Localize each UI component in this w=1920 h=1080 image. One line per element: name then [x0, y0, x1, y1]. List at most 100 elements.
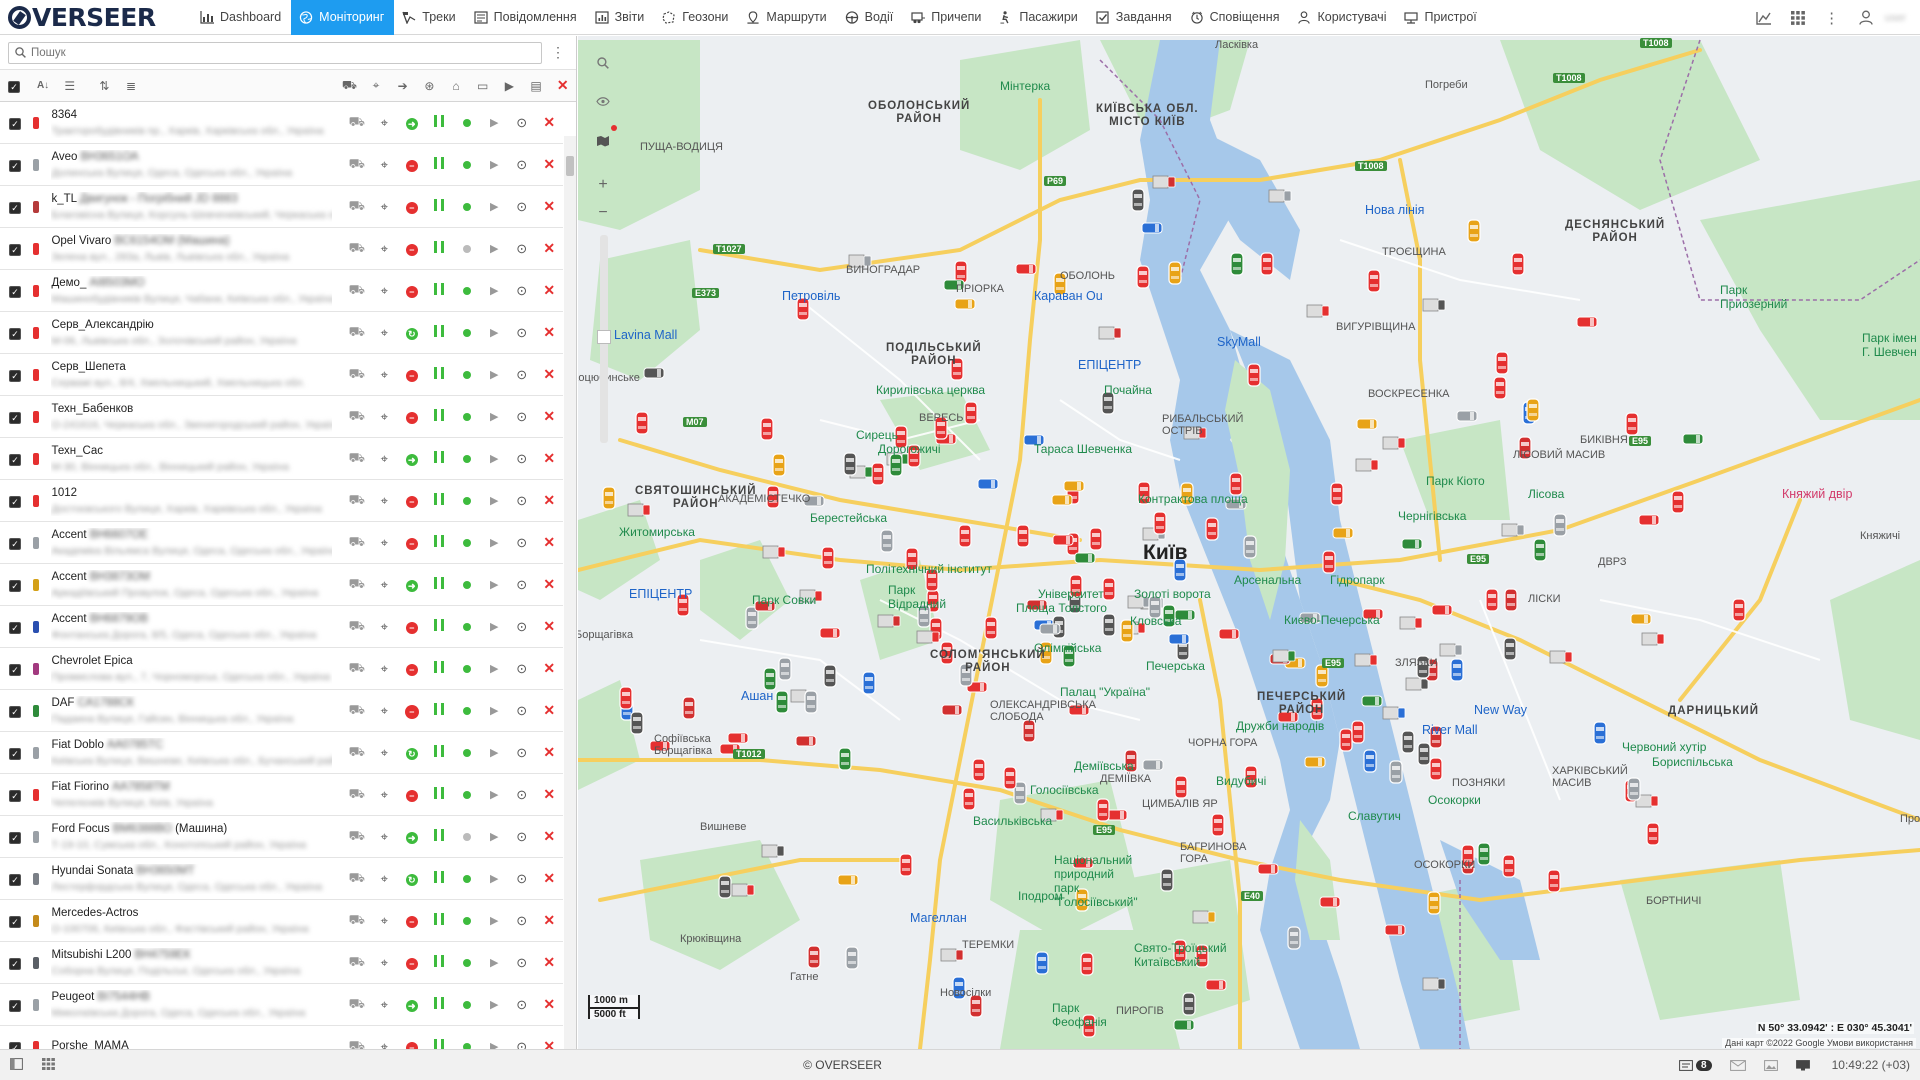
vehicle-marker[interactable] — [905, 547, 919, 571]
vehicle-marker[interactable] — [602, 486, 616, 510]
gps-play-icon[interactable]: ▶ — [481, 116, 509, 129]
gps-play-icon[interactable]: ▶ — [481, 284, 509, 297]
gps-play-icon[interactable]: ▶ — [481, 368, 509, 381]
connection-pause-icon[interactable] — [426, 703, 454, 718]
vehicle-marker[interactable] — [1627, 777, 1641, 801]
vehicle-marker[interactable] — [682, 696, 696, 720]
locate-crosshair-icon[interactable]: ⌖ — [371, 199, 399, 215]
vehicle-marker[interactable] — [1142, 759, 1164, 771]
vehicle-icon[interactable]: ⛟ — [343, 240, 371, 258]
gps-play-icon[interactable]: ▶ — [481, 158, 509, 171]
vehicle-marker[interactable] — [1205, 979, 1227, 991]
connection-pause-icon[interactable] — [426, 493, 454, 508]
vehicle-marker[interactable] — [1230, 252, 1244, 276]
locate-crosshair-icon[interactable]: ⌖ — [371, 745, 399, 761]
nav-messages[interactable]: Повідомлення — [466, 0, 587, 35]
vehicle-marker[interactable] — [1174, 609, 1196, 621]
unit-row[interactable]: ✓ Accent ВН6607ОЕ Академіка Вільямса Вулиц… — [0, 522, 563, 564]
vehicle-marker[interactable] — [1306, 304, 1330, 318]
list-view-icon[interactable]: ☰ — [56, 79, 83, 93]
connection-pause-icon[interactable] — [426, 829, 454, 844]
motion-state[interactable]: ↻ — [398, 871, 426, 886]
motion-state[interactable]: ➜ — [398, 115, 426, 130]
locate-crosshair-icon[interactable]: ⌖ — [371, 871, 399, 887]
vehicle-marker[interactable] — [959, 663, 973, 687]
vehicle-marker[interactable] — [1495, 351, 1509, 375]
gps-play-icon[interactable]: ▶ — [481, 536, 509, 549]
vehicle-icon[interactable]: ⛟ — [343, 576, 371, 594]
vehicle-marker[interactable] — [1268, 189, 1292, 203]
vehicle-marker[interactable] — [1299, 612, 1321, 624]
scrollbar-thumb[interactable] — [566, 156, 574, 176]
events-counter[interactable]: 8 — [1679, 1059, 1712, 1071]
expand-circle-icon[interactable]: ⊙ — [508, 115, 536, 131]
vehicle-marker[interactable] — [1141, 222, 1163, 234]
search-input[interactable] — [31, 46, 531, 59]
vehicle-marker[interactable] — [760, 417, 774, 441]
expand-circle-icon[interactable]: ⊙ — [508, 241, 536, 257]
vehicle-marker[interactable] — [1304, 756, 1326, 768]
remove-unit-icon[interactable]: ✕ — [536, 576, 564, 593]
vehicle-marker[interactable] — [1287, 926, 1301, 950]
locate-crosshair-icon[interactable]: ⌖ — [371, 283, 399, 299]
vehicle-marker[interactable] — [1332, 527, 1354, 539]
vehicle-marker[interactable] — [1102, 577, 1116, 601]
vehicle-marker[interactable] — [1362, 608, 1384, 620]
locate-crosshair-icon[interactable]: ⌖ — [371, 367, 399, 383]
gps-play-icon[interactable]: ▶ — [481, 620, 509, 633]
vehicle-marker[interactable] — [958, 524, 972, 548]
vehicle-marker[interactable] — [1732, 598, 1746, 622]
vehicle-marker[interactable] — [1671, 490, 1685, 514]
vehicle-marker[interactable] — [954, 298, 976, 310]
locate-crosshair-icon[interactable]: ⌖ — [371, 535, 399, 551]
nav-reports[interactable]: Звіти — [587, 0, 655, 35]
connection-pause-icon[interactable] — [426, 913, 454, 928]
nav-notifications[interactable]: Сповіщення — [1182, 0, 1290, 35]
expand-circle-icon[interactable]: ⊙ — [508, 661, 536, 677]
vehicle-marker[interactable] — [1180, 482, 1194, 506]
vehicle-marker[interactable] — [1136, 265, 1150, 289]
unit-checkbox[interactable]: ✓ — [0, 158, 28, 172]
vehicle-marker[interactable] — [1124, 749, 1138, 773]
vehicle-marker[interactable] — [772, 453, 786, 477]
vehicle-marker[interactable] — [941, 704, 963, 716]
connection-pause-icon[interactable] — [426, 745, 454, 760]
locate-crosshair-icon[interactable]: ⌖ — [371, 997, 399, 1013]
vehicle-marker[interactable] — [1162, 604, 1176, 628]
vehicle-marker[interactable] — [1361, 695, 1383, 707]
nav-track[interactable]: Треки — [394, 0, 465, 35]
remove-unit-icon[interactable]: ✕ — [536, 744, 564, 761]
vehicle-marker[interactable] — [1068, 704, 1090, 716]
vehicle-marker[interactable] — [1422, 977, 1446, 991]
map-canvas[interactable] — [578, 36, 1920, 1049]
unit-info[interactable]: Демо_ АІ8503МО Машинобудівників Вулиця, Ч… — [51, 276, 332, 306]
vehicle-marker[interactable] — [1080, 952, 1094, 976]
vehicle-marker[interactable] — [1148, 595, 1162, 619]
select-all-checkbox[interactable]: ✓ — [0, 79, 30, 93]
vehicle-marker[interactable] — [877, 614, 901, 628]
vehicle-marker[interactable] — [1098, 326, 1122, 340]
vehicle-marker[interactable] — [676, 593, 690, 617]
vehicle-marker[interactable] — [1384, 924, 1406, 936]
vehicle-icon[interactable]: ⛟ — [343, 492, 371, 510]
locate-crosshair-icon[interactable]: ⌖ — [371, 787, 399, 803]
vehicle-marker[interactable] — [649, 740, 671, 752]
vehicle-marker[interactable] — [1272, 649, 1296, 663]
vehicle-marker[interactable] — [1363, 749, 1377, 773]
map-layers-icon[interactable] — [590, 125, 617, 154]
username[interactable]: user — [1883, 12, 1920, 24]
vehicle-marker[interactable] — [763, 667, 777, 691]
gps-play-icon[interactable]: ▶ — [481, 200, 509, 213]
visibility-eye-icon[interactable] — [590, 88, 616, 114]
vehicle-marker[interactable] — [1646, 822, 1660, 846]
connection-pause-icon[interactable] — [426, 577, 454, 592]
vehicle-marker[interactable] — [635, 411, 649, 435]
gps-play-icon[interactable]: ▶ — [481, 452, 509, 465]
vehicle-marker[interactable] — [796, 297, 810, 321]
apps-grid-icon[interactable] — [1781, 0, 1815, 35]
vehicle-marker[interactable] — [1035, 951, 1049, 975]
vehicle-icon[interactable]: ⛟ — [343, 282, 371, 300]
vehicle-marker[interactable] — [1218, 628, 1240, 640]
vehicle-marker[interactable] — [627, 503, 651, 517]
vehicle-marker[interactable] — [1127, 595, 1151, 609]
